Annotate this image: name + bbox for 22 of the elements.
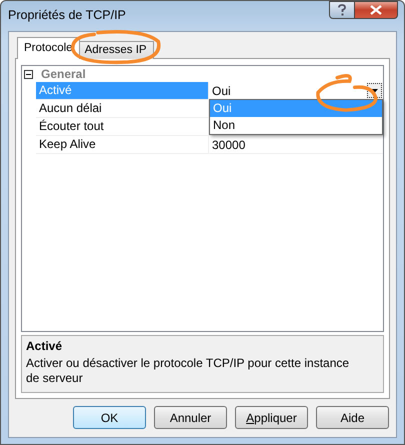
description-title: Activé [26,339,64,353]
tab[interactable]: Protocole [17,37,80,59]
collapse-toggle-icon[interactable] [24,70,33,78]
close-button[interactable] [355,1,398,19]
property-name[interactable]: Keep Alive [36,136,209,153]
property-value: 30000 [212,138,246,152]
property-value: Oui [212,84,232,98]
dropdown-option[interactable]: Non [210,117,382,134]
help-button[interactable] [329,1,355,19]
tab[interactable]: Adresses IP [78,41,154,59]
description-text: Activer ou désactiver le protocole TCP/IP pour cette instance de serveur [26,356,350,386]
property-name[interactable]: Aucun délai [36,100,209,117]
caret-icon [371,88,378,92]
dialog-button[interactable]: Aide [316,406,389,429]
dialog-button[interactable]: OK [73,406,146,429]
close-icon [370,5,382,15]
category-label: General [41,67,86,81]
window-title: Propriétés de TCP/IP [8,8,126,22]
question-mark-icon [337,4,347,16]
dialog-button[interactable]: Appliquer [235,406,308,429]
property-name[interactable]: Écouter tout [36,118,209,135]
dialog-button[interactable]: Annuler [154,406,227,429]
